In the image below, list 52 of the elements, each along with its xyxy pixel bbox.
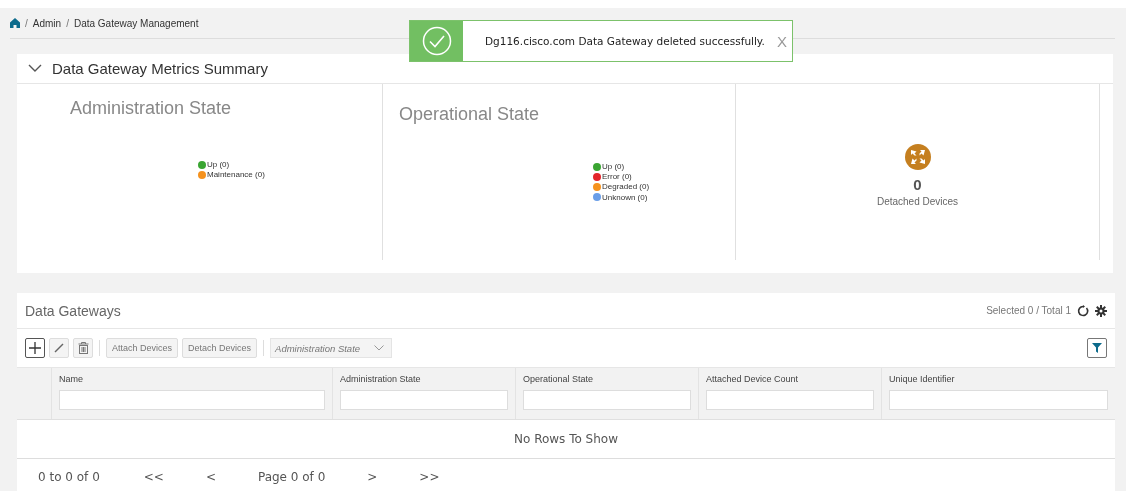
pencil-icon [54,343,64,353]
breadcrumb-separator: / [66,17,69,29]
breadcrumb-item: Data Gateway Management [73,17,199,29]
metric-label: Detached Devices [876,196,959,207]
column-header[interactable]: Unique Identifier [889,374,1108,384]
toolbar-button[interactable]: Attach Devices [106,338,179,358]
chevron-icon[interactable] [28,64,42,73]
settings-icon[interactable] [1095,304,1107,317]
previous-page-button[interactable]: < [205,469,216,484]
filter-field[interactable] [340,390,508,410]
filter-field[interactable] [889,390,1108,410]
metric-title: Administration State [70,98,233,119]
column-header[interactable]: Operational State [523,374,691,384]
check-circle-icon [421,26,452,56]
filter-field[interactable] [706,390,874,410]
selection-count: Selected 0 / Total 1 [986,305,1071,316]
add-button[interactable] [25,338,45,358]
column-header[interactable]: Administration State [340,374,508,384]
breadcrumb-separator: / [25,17,28,29]
home-icon [10,18,20,28]
delete-button[interactable] [73,338,93,358]
first-page-button[interactable]: << [143,469,164,484]
legend-label: Unknown (0) [602,192,648,202]
breadcrumb-item[interactable]: Admin [32,17,62,29]
device-count: 0 [913,176,922,193]
legend-label: Up (0) [602,162,625,172]
next-page-button[interactable]: > [367,469,378,484]
caret-icon [374,345,385,351]
page-indicator: Page 0 of 0 [257,469,326,484]
refresh-icon[interactable] [1077,304,1089,317]
filter-field[interactable] [59,390,325,410]
toast-message: Dg116.cisco.com Data Gateway deleted successfully. [485,35,765,47]
panel-title: Data Gateways [25,302,121,319]
panel-title: Data Gateway Metrics Summary [52,60,268,77]
legend-label: Up (0) [207,160,230,170]
toolbar-button[interactable]: Detach Devices [182,338,258,358]
page-range: 0 to 0 of 0 [38,469,100,484]
plus-icon [29,342,41,354]
column-header[interactable]: Name [59,374,325,384]
filter-field[interactable] [523,390,691,410]
metric-title: Operational State [399,104,541,125]
last-page-button[interactable]: >> [419,469,440,484]
legend-label: Maintenance (0) [207,170,265,180]
filter-icon [1092,343,1102,353]
filter-button[interactable] [1087,338,1107,358]
state-dropdown[interactable]: Administration State [270,338,393,358]
trash-icon [77,342,89,354]
arrows-inward-icon [904,144,931,170]
legend-label: Degraded (0) [602,182,650,192]
legend-label: Error (0) [602,172,632,182]
column-header[interactable]: Attached Device Count [706,374,874,384]
empty-message: No Rows To Show [514,432,618,446]
